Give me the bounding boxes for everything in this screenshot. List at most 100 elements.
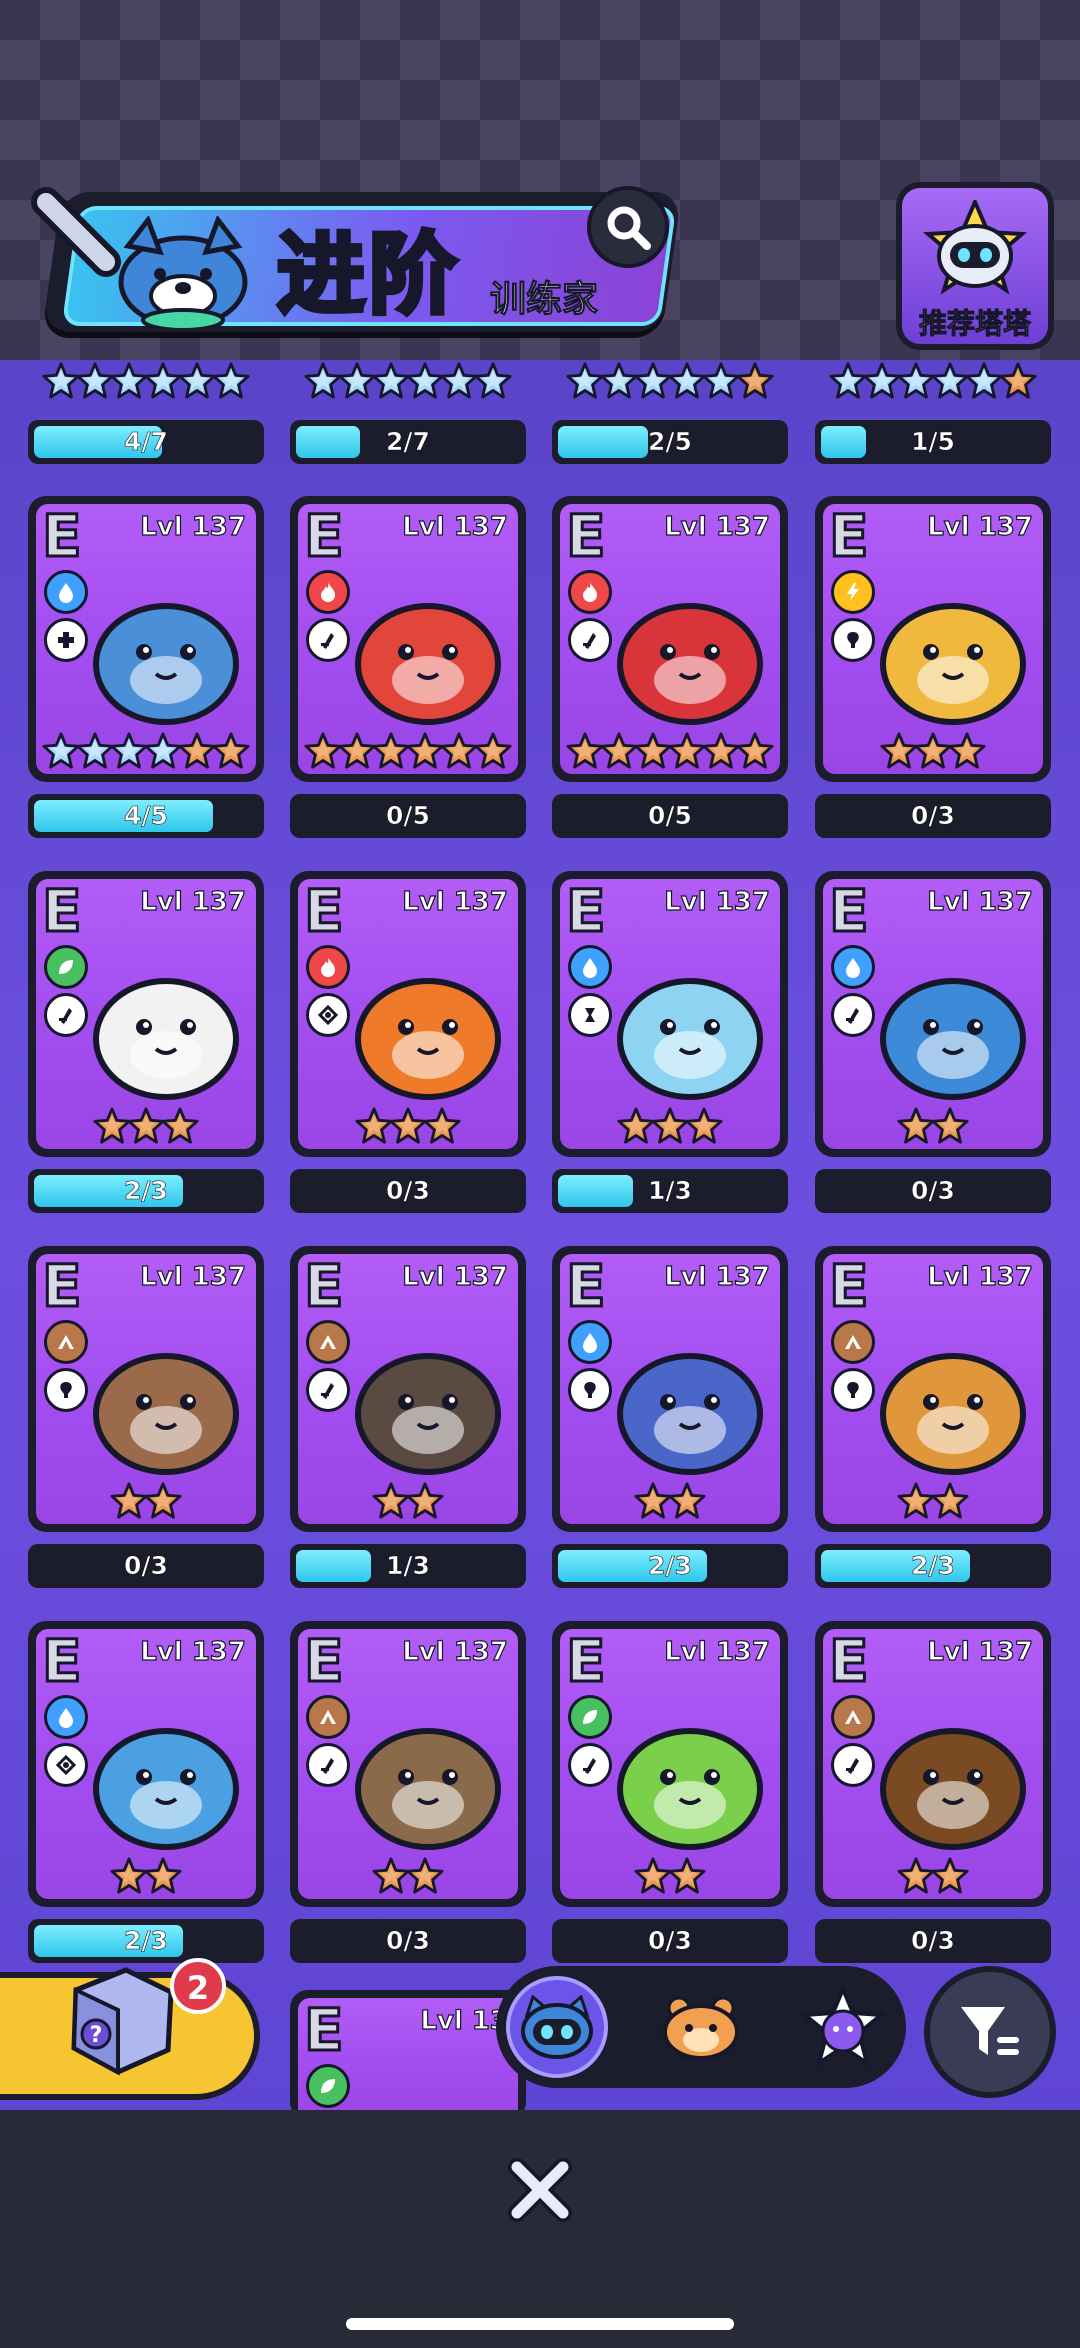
gold-star-icon: [338, 732, 376, 769]
unit-card[interactable]: E Lvl 137: [815, 871, 1051, 1157]
unit-card[interactable]: E Lvl 137: [815, 1246, 1051, 1532]
star-rating: [290, 362, 526, 412]
progress-bar: 4/5: [28, 794, 264, 838]
gold-star-icon: [566, 732, 604, 769]
star-rating: [823, 1482, 1043, 1520]
unit-card[interactable]: E Lvl 137: [28, 496, 264, 782]
blue-star-icon: [338, 362, 376, 399]
filter-sort-button[interactable]: [924, 1966, 1056, 2098]
blue-star-icon: [600, 362, 638, 399]
tiger-icon: [355, 978, 501, 1100]
partial-unit-card[interactable]: E Lvl 13: [290, 1990, 526, 2120]
star-rating: [560, 1482, 780, 1520]
progress-text: 1/3: [648, 1176, 693, 1206]
gold-star-icon: [634, 1482, 672, 1519]
card-inner: E Lvl 137: [36, 1629, 256, 1899]
progress-bar: 0/3: [815, 794, 1051, 838]
attack-role-icon: [831, 1743, 875, 1787]
progress-text: 2/7: [386, 427, 431, 457]
tab-star-creature[interactable]: [792, 1976, 894, 2078]
level-label: Lvl 137: [927, 1636, 1034, 1667]
blue-star-icon: [304, 362, 342, 399]
progress-bar: 1/5: [815, 420, 1051, 464]
red-bird-icon: [617, 603, 763, 725]
star-creature-icon: [801, 1985, 885, 2068]
close-button[interactable]: [500, 2150, 580, 2230]
gold-star-icon: [634, 1857, 672, 1894]
rarity-letter: E: [41, 879, 84, 945]
gold-star-icon: [304, 732, 342, 769]
gold-star-icon: [897, 1107, 935, 1144]
unit-card[interactable]: E Lvl 137: [28, 1621, 264, 1907]
star-rating: [560, 1857, 780, 1895]
monkey-icon: [93, 1353, 239, 1475]
fire-element-icon: [306, 945, 350, 989]
unit-card[interactable]: E Lvl 137: [28, 871, 264, 1157]
rarity-letter: E: [565, 1629, 608, 1695]
gold-star-icon: [931, 1107, 969, 1144]
gold-star-icon: [668, 732, 706, 769]
gold-star-icon: [914, 732, 952, 769]
blue-star-icon: [965, 362, 1003, 399]
progress-bar: 4/7: [28, 420, 264, 464]
water-element-icon: [44, 570, 88, 614]
progress-bar: 2/3: [815, 1544, 1051, 1588]
unit-card[interactable]: E Lvl 137: [815, 496, 1051, 782]
star-rating: [823, 1107, 1043, 1145]
unit-card[interactable]: E Lvl 137: [552, 1621, 788, 1907]
blue-star-icon: [702, 362, 740, 399]
unit-card[interactable]: E Lvl 137: [815, 1621, 1051, 1907]
rarity-letter: E: [303, 1254, 346, 1320]
water-element-icon: [568, 945, 612, 989]
blue-star-icon: [212, 362, 250, 399]
unit-card[interactable]: E Lvl 137: [290, 496, 526, 782]
unit-card[interactable]: E Lvl 137: [290, 871, 526, 1157]
unit-card[interactable]: E Lvl 137: [290, 1621, 526, 1907]
earth-element-icon: [831, 1695, 875, 1739]
rarity-letter: E: [41, 504, 84, 570]
beetle-icon: [880, 1728, 1026, 1850]
category-tab-bar: [496, 1966, 906, 2088]
attack-role-icon: [568, 1743, 612, 1787]
blue-star-icon: [440, 362, 478, 399]
progress-bar: 2/3: [552, 1544, 788, 1588]
water-element-icon: [44, 1695, 88, 1739]
earth-element-icon: [44, 1320, 88, 1364]
unit-card[interactable]: E Lvl 137: [552, 871, 788, 1157]
unit-card[interactable]: E Lvl 137: [290, 1246, 526, 1532]
search-button[interactable]: [587, 186, 669, 268]
yellow-fox-icon: [880, 603, 1026, 725]
progress-bar: 2/7: [290, 420, 526, 464]
earth-element-icon: [306, 1320, 350, 1364]
unit-card[interactable]: E Lvl 137: [28, 1246, 264, 1532]
gold-star-icon: [372, 1857, 410, 1894]
level-label: Lvl 13: [420, 2005, 509, 2036]
gold-star-icon: [880, 732, 918, 769]
recommend-button[interactable]: 推荐塔塔: [896, 182, 1054, 350]
unit-card[interactable]: E Lvl 137: [552, 496, 788, 782]
fire-element-icon: [306, 570, 350, 614]
card-inner: E Lvl 137: [823, 1254, 1043, 1524]
blue-star-icon: [76, 362, 114, 399]
home-indicator: [346, 2318, 734, 2330]
gold-star-icon: [702, 732, 740, 769]
tab-hamster[interactable]: [650, 1976, 752, 2078]
rarity-letter: E: [303, 1629, 346, 1695]
gold-star-icon: [897, 1482, 935, 1519]
rarity-letter: E: [565, 504, 608, 570]
close-icon: [508, 2158, 572, 2222]
mystery-box-icon[interactable]: ?: [56, 1950, 186, 2080]
level-label: Lvl 137: [664, 1261, 771, 1292]
mystery-count-badge: 2: [170, 1958, 226, 2014]
card-inner: E Lvl 137: [823, 504, 1043, 774]
water-element-icon: [831, 945, 875, 989]
gold-star-icon: [736, 732, 774, 769]
progress-bar: 0/3: [815, 1919, 1051, 1963]
tab-robot-cat[interactable]: [506, 1976, 608, 2078]
level-label: Lvl 137: [664, 1636, 771, 1667]
progress-bar: 0/3: [28, 1544, 264, 1588]
star-rating: [36, 1482, 256, 1520]
gold-star-icon: [948, 732, 986, 769]
progress-text: 4/7: [124, 427, 169, 457]
unit-card[interactable]: E Lvl 137: [552, 1246, 788, 1532]
